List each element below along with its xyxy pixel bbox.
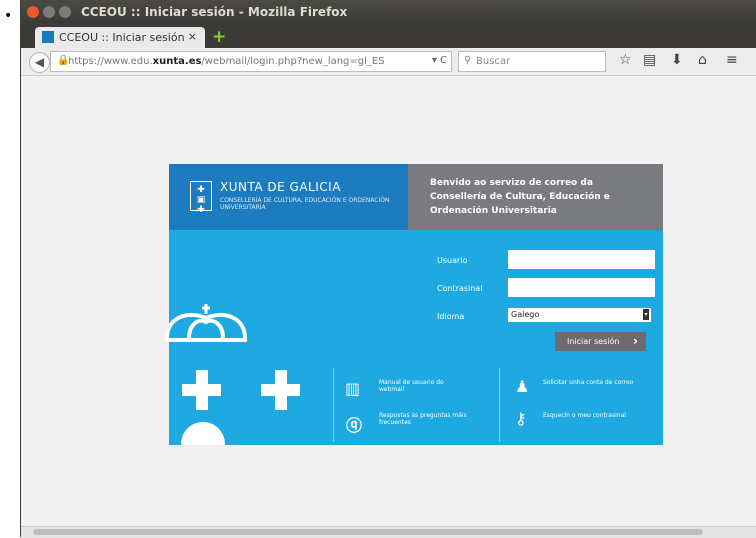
favicon-icon — [42, 31, 54, 43]
brand-name: XUNTA DE GALICIA — [220, 180, 341, 194]
user-label: Usuario — [437, 256, 468, 265]
manual-link[interactable]: Manual de usuario do webmail — [379, 379, 469, 393]
new-tab-icon[interactable]: + — [212, 27, 226, 47]
login-button-label: Iniciar sesión — [567, 337, 620, 346]
back-button[interactable]: ◀ — [29, 52, 50, 73]
key-icon[interactable]: ⚷ — [515, 409, 527, 428]
window-maximize-button[interactable] — [59, 6, 71, 18]
bookmark-star-icon[interactable]: ☆ — [619, 52, 632, 68]
brand-box: ✚ ▣ ✚ XUNTA DE GALICIA CONSELLERÍA DE CULT… — [169, 164, 408, 230]
scrollbar-thumb[interactable] — [33, 529, 703, 535]
language-value: Galego — [511, 310, 540, 319]
search-placeholder: Buscar — [476, 56, 511, 67]
reading-list-icon[interactable]: ▤ — [643, 52, 656, 68]
url-text: https://www.edu.xunta.es/webmail/login.p… — [68, 56, 385, 67]
question-icon[interactable]: ⓠ — [346, 412, 362, 436]
language-select[interactable]: Galego ▾ — [508, 308, 651, 322]
page-content: ✚ ▣ ✚ XUNTA DE GALICIA CONSELLERÍA DE CULT… — [21, 76, 756, 524]
welcome-message: Benvido ao servizo de correo da Conselle… — [408, 164, 663, 230]
list-bullet: • — [4, 8, 13, 24]
login-panel: ✚ ▣ ✚ XUNTA DE GALICIA CONSELLERÍA DE CULT… — [165, 164, 663, 445]
url-bar[interactable]: 🔒 https://www.edu.xunta.es/webmail/login… — [50, 51, 452, 72]
links-divider — [333, 368, 334, 442]
password-input[interactable] — [508, 278, 655, 297]
crown-icon — [165, 304, 247, 342]
search-input[interactable]: ⚲ Buscar — [458, 51, 606, 72]
home-icon[interactable]: ⌂ — [698, 52, 707, 68]
tab-close-icon[interactable]: × — [188, 30, 197, 43]
browser-window: CCEOU :: Iniciar sesión - Mozilla Firefo… — [20, 0, 756, 538]
book-icon[interactable]: ▥ — [345, 379, 360, 398]
window-minimize-button[interactable] — [43, 6, 55, 18]
tab-label: CCEOU :: Iniciar sesión — [59, 31, 185, 44]
title-bar: CCEOU :: Iniciar sesión - Mozilla Firefo… — [21, 0, 756, 24]
downloads-icon[interactable]: ⬇ — [671, 52, 683, 68]
shield-arc-icon — [181, 422, 225, 445]
brand-department: CONSELLERÍA DE CULTURA, EDUCACIÓN E ORDE… — [220, 197, 390, 211]
horizontal-scrollbar[interactable] — [21, 526, 756, 538]
tab-bar: CCEOU :: Iniciar sesión × + — [21, 24, 756, 48]
dropdown-arrow-icon: ▾ — [643, 309, 649, 320]
chevron-right-icon: › — [633, 334, 638, 348]
forgot-password-link[interactable]: Esquecín o meu contrasinal — [543, 412, 643, 419]
browser-tab[interactable]: CCEOU :: Iniciar sesión × — [35, 27, 205, 48]
user-input[interactable] — [508, 250, 655, 269]
login-button[interactable]: Iniciar sesión › — [555, 332, 646, 351]
add-user-icon[interactable]: ♟ — [515, 377, 529, 396]
faq-link[interactable]: Respostas ás preguntas máis frecuentes — [379, 412, 469, 426]
window-title: CCEOU :: Iniciar sesión - Mozilla Firefo… — [81, 5, 348, 19]
links-divider — [499, 368, 500, 442]
request-account-link[interactable]: Solicitar unha conta de correo — [543, 379, 643, 386]
navigation-toolbar: ◀ 🔒 https://www.edu.xunta.es/webmail/log… — [21, 48, 756, 76]
password-label: Contrasinal — [437, 284, 483, 293]
menu-icon[interactable]: ≡ — [726, 52, 738, 68]
galicia-crest-icon: ✚ ▣ ✚ — [190, 181, 212, 215]
reload-icon[interactable]: ▾ C — [432, 55, 447, 66]
language-label: Idioma — [437, 312, 465, 321]
search-icon: ⚲ — [464, 55, 472, 66]
window-close-button[interactable] — [27, 6, 39, 18]
